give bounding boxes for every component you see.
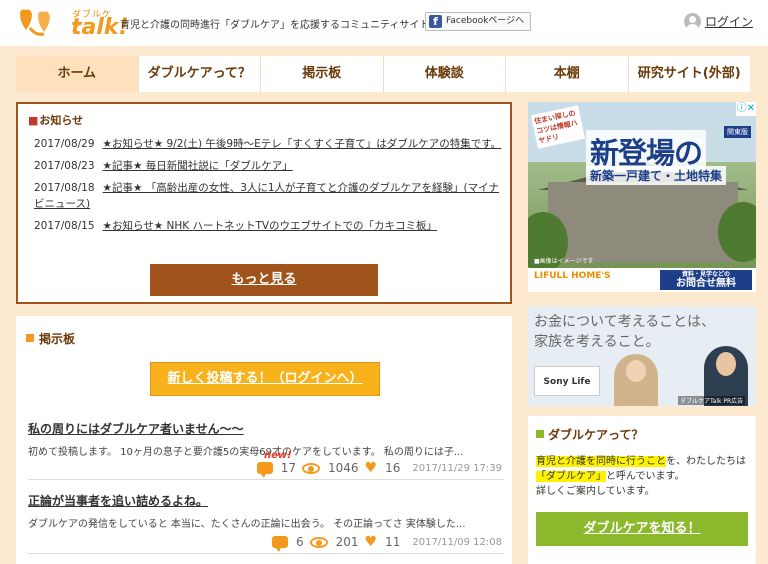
nav-item-bbs[interactable]: 掲示板 — [261, 56, 384, 92]
ad-choices-icon[interactable]: ⓘ✕ — [736, 102, 756, 116]
thread-date: 2017/11/09 12:08 — [412, 536, 502, 548]
about-text: 育児と介護を同時に行うことを、わたしたちは「ダブルケア」と呼んでいます。 詳しく… — [536, 454, 750, 499]
nav-item-stories[interactable]: 体験談 — [384, 56, 506, 92]
comment-icon — [256, 462, 273, 478]
news-list: 2017/08/29 ★お知らせ★ 9/2(土) 午後9時〜Eテレ「すくすく子育て… — [34, 136, 504, 240]
about-text-part: を、わたしたちは — [666, 456, 746, 467]
news-date: 2017/08/23 — [34, 160, 95, 172]
nav-item-home[interactable]: ホーム — [16, 56, 139, 92]
ad-note: ■画像はイメージです — [534, 258, 594, 265]
facebook-page-button[interactable]: f Facebookページへ — [425, 12, 532, 31]
thread-title[interactable]: 私の周りにはダブルケア者いません〜〜 — [28, 420, 504, 437]
news-date: 2017/08/29 — [34, 138, 95, 150]
nav-item-about[interactable]: ダブルケアって？ — [139, 56, 261, 92]
news-item: 2017/08/29 ★お知らせ★ 9/2(土) 午後9時〜Eテレ「すくすく子育て… — [34, 136, 504, 152]
ad2-brand-logo: Sony Life — [534, 366, 600, 396]
view-count: 201 — [335, 535, 359, 549]
about-box: ダブルケアって？ 育児と介護を同時に行うことを、わたしたちは「ダブルケア」と呼ん… — [528, 416, 756, 564]
thread-meta: 6 201 ♥ 11 2017/11/09 12:08 — [271, 534, 502, 552]
news-date: 2017/08/15 — [34, 220, 95, 232]
heart-icon: ♥ — [364, 534, 378, 550]
news-link[interactable]: ★記事★ 毎日新聞社説に「ダブルケア」 — [103, 160, 293, 172]
news-link[interactable]: ★お知らせ★ 9/2(土) 午後9時〜Eテレ「すくすく子育て」はダブルケアの特集… — [103, 138, 502, 150]
user-icon — [684, 13, 701, 30]
about-highlight: 「ダブルケア」 — [536, 471, 606, 482]
ad-banner-homes[interactable]: 住まい探しのコツは情報ハヤドリ 関東版 新登場の 新築一戸建て・土地特集 ■画像… — [528, 102, 756, 292]
comment-icon — [271, 536, 288, 552]
view-count: 1046 — [327, 461, 359, 475]
ad-brand: LIFULL HOME'S — [534, 271, 611, 281]
ad-contact-label: お問合せ無料 — [676, 278, 736, 289]
site-header: ダブルケア talk! 育児と介護の同時進行「ダブルケア」を応援するコミュニティ… — [0, 0, 768, 46]
ad2-copy-line2: 家族を考えること。 — [534, 334, 660, 350]
about-title: ダブルケアって？ — [536, 426, 643, 443]
news-item: 2017/08/15 ★お知らせ★ NHK ハートネットTVのウエブサイトでの「カ… — [34, 218, 504, 234]
ad2-face — [626, 360, 646, 382]
news-link[interactable]: ★お知らせ★ NHK ハートネットTVのウエブサイトでの「カキコミ板」 — [103, 220, 438, 232]
news-item: 2017/08/18 ★記事★ 「高齢出産の女性、3人に1人が子育てと介護のダブル… — [34, 180, 504, 212]
facebook-button-label: Facebookページへ — [446, 16, 525, 26]
about-learn-button[interactable]: ダブルケアを知る！ — [536, 512, 748, 546]
ad-footer: LIFULL HOME'S 資料・見学などの お問合せ無料 — [528, 268, 756, 292]
thread-date: 2017/11/29 17:39 — [412, 462, 502, 474]
comment-count: 6 — [295, 535, 304, 549]
eye-icon — [301, 462, 320, 474]
thread-title[interactable]: 正論が当事者を追い詰めるよね。 — [28, 492, 504, 509]
new-post-button[interactable]: 新しく投稿する！（ログインへ） — [150, 362, 380, 396]
ad-banner-sonylife[interactable]: お金について考えることは、 家族を考えること。 Sony Life ダブルケアT… — [528, 306, 756, 406]
news-item: 2017/08/23 ★記事★ 毎日新聞社説に「ダブルケア」 — [34, 158, 504, 174]
ad2-pr-label: ダブルケアTalk PR広告 — [678, 396, 746, 405]
thread-item[interactable]: 正論が当事者を追い詰めるよね。 ダブルケアの発信をしていると 本当に、たくさんの… — [28, 492, 504, 554]
site-logo[interactable]: ダブルケア talk! — [16, 4, 129, 42]
site-tagline: 育児と介護の同時進行「ダブルケア」を応援するコミュニティサイト — [120, 20, 430, 31]
about-highlight: 育児と介護を同時に行うこと — [536, 456, 666, 467]
login-link[interactable]: ログイン — [684, 13, 753, 33]
facebook-icon: f — [429, 15, 442, 28]
bbs-section: 掲示板 新しく投稿する！（ログインへ） 私の周りにはダブルケア者いません〜〜 初… — [16, 316, 512, 564]
ad-region-tag: 関東版 — [724, 126, 751, 138]
news-title: お知らせ — [28, 112, 83, 128]
ad2-face — [716, 352, 736, 376]
thread-meta: 17 1046 ♥ 16 2017/11/29 17:39 — [256, 460, 502, 478]
thread-item[interactable]: 私の周りにはダブルケア者いません〜〜 初めて投稿します。 10ヶ月の息子と要介護… — [28, 420, 504, 480]
eye-icon — [309, 536, 328, 548]
bbs-title: 掲示板 — [26, 330, 75, 347]
ad-contact-button[interactable]: 資料・見学などの お問合せ無料 — [660, 270, 752, 290]
main-nav: ホーム ダブルケアって？ 掲示板 体験談 本棚 研究サイト(外部) — [16, 56, 750, 92]
thread-excerpt: ダブルケアの発信をしていると 本当に、たくさんの正論に出会う。 その正論ってさ … — [28, 519, 466, 530]
comment-count: 17 — [280, 461, 296, 475]
more-news-button[interactable]: もっと見る — [150, 264, 378, 296]
like-count: 11 — [385, 535, 401, 549]
ad2-copy: お金について考えることは、 家族を考えること。 — [534, 312, 715, 352]
ad-contact-small: 資料・見学などの — [681, 271, 730, 278]
nav-item-bookshelf[interactable]: 本棚 — [506, 56, 629, 92]
login-label: ログイン — [705, 15, 754, 29]
ad2-copy-line1: お金について考えることは、 — [534, 314, 716, 330]
about-text-part: 詳しくご案内しています。 — [536, 486, 655, 497]
nav-item-research[interactable]: 研究サイト(外部) — [629, 56, 751, 92]
ad-house — [548, 182, 738, 262]
news-link[interactable]: ★記事★ 「高齢出産の女性、3人に1人が子育てと介護のダブルケアを経験」(マイナ… — [34, 182, 499, 210]
news-box: お知らせ 2017/08/29 ★お知らせ★ 9/2(土) 午後9時〜Eテレ「すく… — [16, 102, 512, 304]
news-date: 2017/08/18 — [34, 182, 95, 194]
like-count: 16 — [385, 461, 401, 475]
logo-hearts-icon — [20, 9, 50, 36]
about-text-part: と呼んでいます。 — [606, 471, 685, 482]
ad-subheadline: 新築一戸建て・土地特集 — [586, 166, 727, 185]
heart-icon: ♥ — [364, 460, 378, 476]
